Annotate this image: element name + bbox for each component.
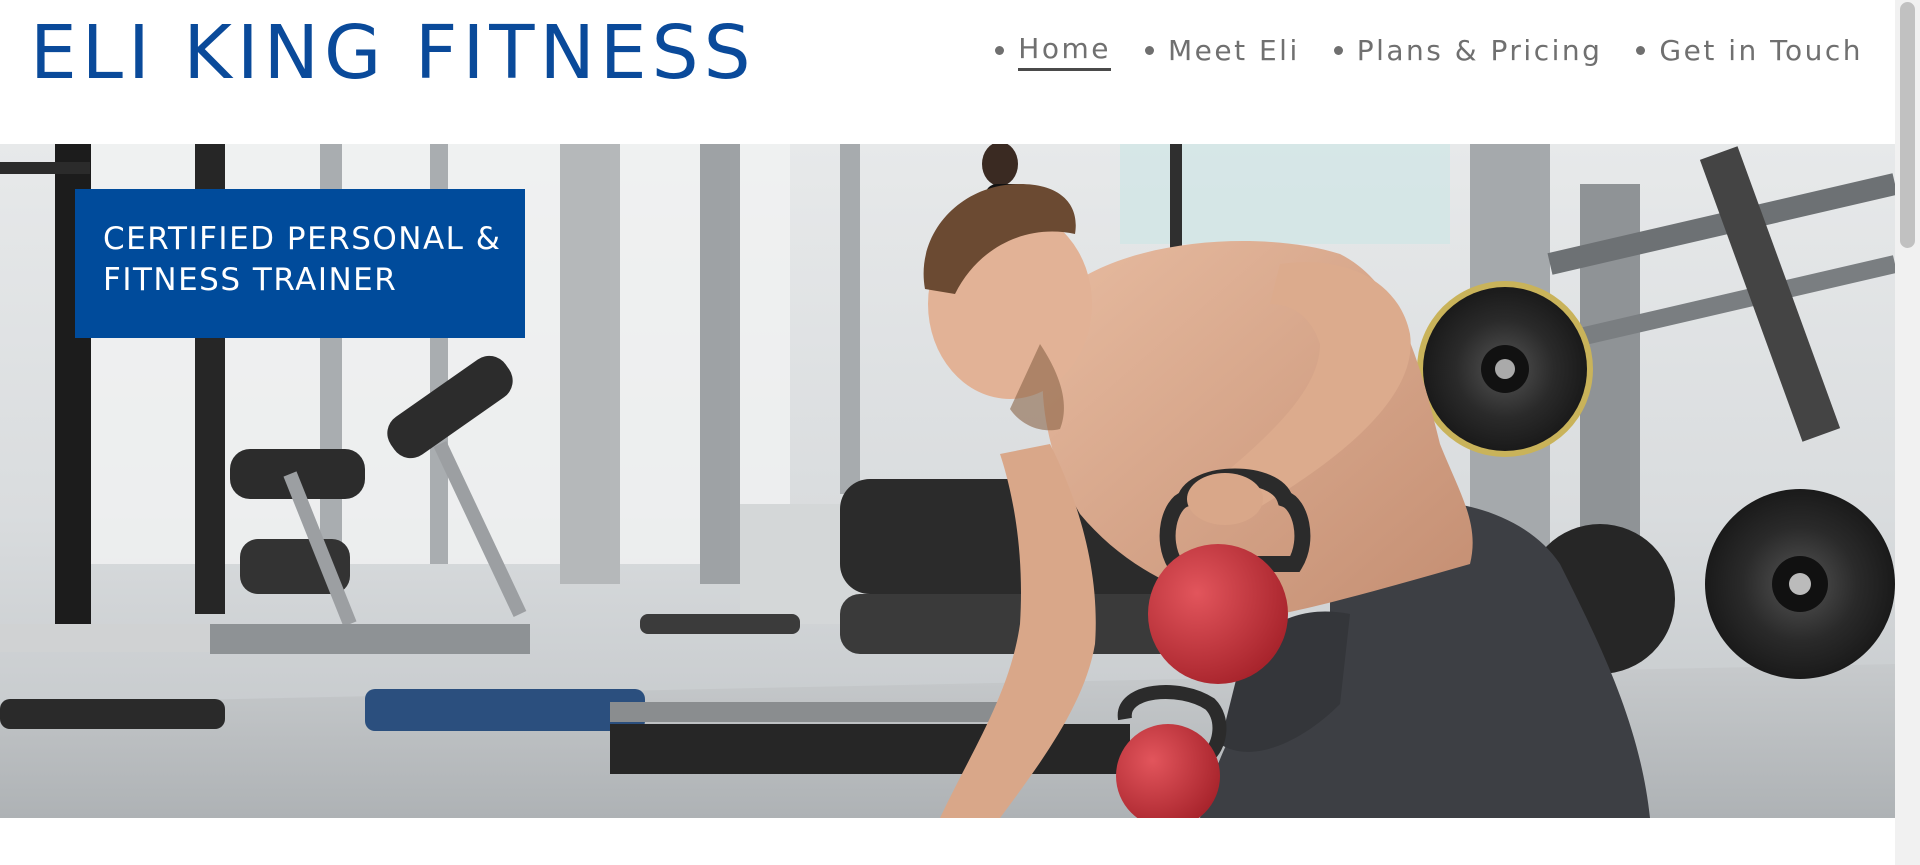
bullet-icon [1333,46,1343,55]
site-title[interactable]: ELI KING FITNESS [30,8,756,98]
badge-line-2: FITNESS TRAINER [103,262,398,298]
nav-label-home[interactable]: Home [1018,30,1111,71]
bullet-icon [1636,46,1646,55]
hero-section: CERTIFIED PERSONAL & FITNESS TRAINER [0,144,1895,818]
scrollbar-thumb[interactable] [1900,2,1915,248]
hero-badge: CERTIFIED PERSONAL & FITNESS TRAINER [75,189,525,338]
nav-item-meet-eli[interactable]: Meet Eli [1144,31,1300,71]
nav-label-meet-eli[interactable]: Meet Eli [1168,31,1300,71]
badge-line-1: CERTIFIED PERSONAL & [103,221,502,257]
page: ELI KING FITNESS Home Meet Eli Plans & P… [0,0,1920,865]
nav-label-plans-pricing[interactable]: Plans & Pricing [1357,31,1603,71]
vertical-scrollbar[interactable] [1895,0,1920,865]
nav-item-get-in-touch[interactable]: Get in Touch [1636,31,1863,71]
nav-item-plans-pricing[interactable]: Plans & Pricing [1333,31,1603,71]
bullet-icon [995,46,1005,55]
bullet-icon [1144,46,1154,55]
site-header: ELI KING FITNESS Home Meet Eli Plans & P… [0,0,1895,144]
nav-item-home[interactable]: Home [995,30,1111,71]
nav-label-get-in-touch[interactable]: Get in Touch [1659,31,1863,71]
main-nav: Home Meet Eli Plans & Pricing Get in Tou… [961,30,1863,71]
